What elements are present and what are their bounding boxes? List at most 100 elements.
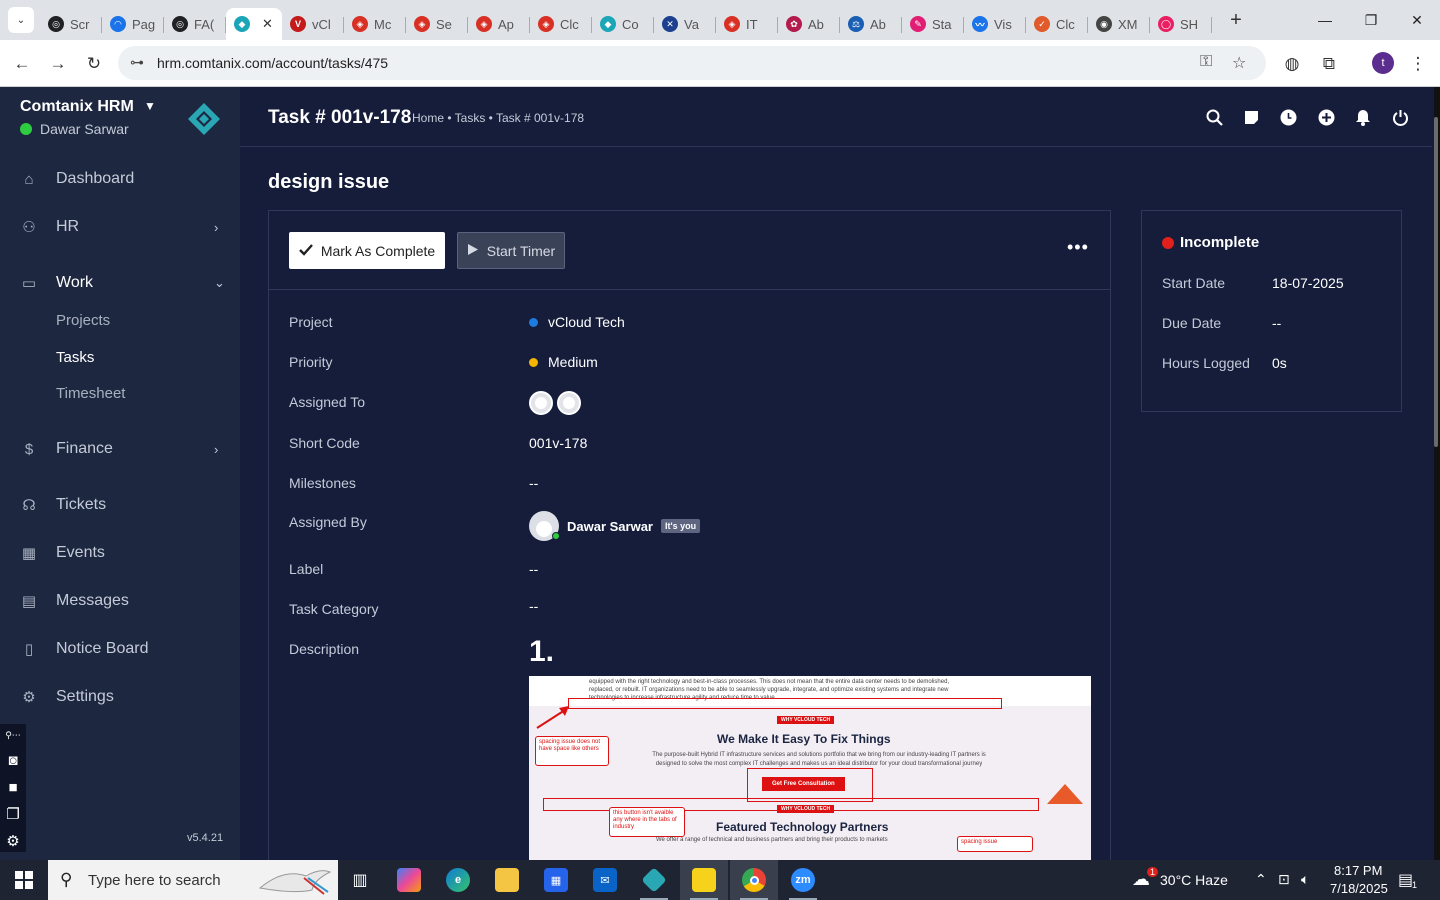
browser-tab[interactable]: 〰 Vis	[964, 8, 1026, 40]
sidebar-item-messages[interactable]: ▤ Messages	[0, 581, 240, 621]
taskbar-edge[interactable]: e	[434, 860, 482, 900]
browser-tab[interactable]: ✓ Clc	[1026, 8, 1088, 40]
gear-icon[interactable]: ⚙	[4, 832, 22, 850]
bell-icon[interactable]	[1353, 107, 1373, 127]
brand-name[interactable]: Comtanix HRM	[20, 98, 134, 116]
translate-icon[interactable]: ◍	[1278, 50, 1306, 78]
browser-tab[interactable]: ◈ IT	[716, 8, 778, 40]
sticky-note-icon[interactable]	[1241, 107, 1261, 127]
windows-icon[interactable]: ❐	[4, 805, 22, 823]
bookmark-star-icon[interactable]: ☆	[1232, 53, 1246, 73]
minimize-button[interactable]: —	[1302, 0, 1348, 40]
browser-tab[interactable]: ✿ Ab	[778, 8, 840, 40]
extensions-icon[interactable]: ⧉	[1315, 50, 1343, 78]
browser-tab[interactable]: ◎ FA(	[164, 8, 226, 40]
tab-favicon-icon: ◈	[538, 16, 554, 32]
sidebar-subitem-tasks[interactable]: Tasks	[56, 349, 94, 366]
sidebar-item-notice-board[interactable]: ▯ Notice Board	[0, 629, 240, 669]
tab-search-dropdown[interactable]: ⌄	[8, 7, 34, 33]
close-tab-icon[interactable]: ✕	[262, 16, 273, 32]
chevron-down-icon[interactable]: ▼	[144, 99, 156, 113]
taskbar-mail[interactable]: ✉	[581, 860, 629, 900]
browser-tab[interactable]: ◠ Pag	[102, 8, 164, 40]
more-options-icon[interactable]: •••	[1067, 237, 1089, 258]
sidebar-item-finance[interactable]: $ Finance ›	[0, 429, 240, 469]
link-icon[interactable]: ⚲⋯	[4, 726, 22, 744]
task-view-button[interactable]: ▥	[336, 860, 384, 900]
browser-tab[interactable]: ◎ Scr	[40, 8, 102, 40]
search-icon[interactable]	[1204, 107, 1224, 127]
page-scrollbar-thumb[interactable]	[1434, 117, 1438, 447]
camera-icon[interactable]: ◙	[4, 751, 22, 769]
taskbar-store[interactable]: ▦	[532, 860, 580, 900]
avatar[interactable]	[529, 511, 560, 541]
sidebar-item-label: Dashboard	[56, 170, 135, 187]
tab-favicon-icon: 〰	[972, 16, 988, 32]
taskbar-copilot[interactable]	[385, 860, 433, 900]
taskbar-zoom[interactable]: zm	[779, 860, 827, 900]
sidebar-item-hr[interactable]: ⚇ HR ›	[0, 207, 240, 247]
browser-tab[interactable]: ◈ Ap	[468, 8, 530, 40]
browser-tab[interactable]: VvCl	[282, 8, 344, 40]
maximize-button[interactable]: ❐	[1348, 0, 1394, 40]
browser-tab[interactable]: ✕ Va	[654, 8, 716, 40]
mark-as-complete-button[interactable]: Mark As Complete	[289, 232, 445, 269]
chevron-up-icon[interactable]: ⌃	[1255, 871, 1267, 888]
browser-tab[interactable]: ⚖ Ab	[840, 8, 902, 40]
start-date-label: Start Date	[1162, 275, 1226, 291]
project-name[interactable]: vCloud Tech	[548, 314, 625, 330]
sidebar-item-events[interactable]: ▦ Events	[0, 533, 240, 573]
new-tab-button[interactable]: +	[1224, 8, 1248, 32]
browser-tab[interactable]: ◈ Mc	[344, 8, 406, 40]
reload-button[interactable]: ↻	[80, 50, 108, 78]
store-icon: ▦	[544, 868, 568, 892]
browser-tab[interactable]: ◯ SH	[1150, 8, 1212, 40]
password-key-icon[interactable]: ⚿	[1200, 53, 1212, 71]
browser-tab[interactable]: ◆ ✕	[226, 8, 282, 40]
sidebar-item-work[interactable]: ▭ Work ⌄	[0, 263, 240, 303]
taskbar-sticky-notes[interactable]	[680, 860, 728, 900]
sidebar-subitem-projects[interactable]: Projects	[56, 312, 110, 329]
start-timer-button[interactable]: Start Timer	[457, 232, 565, 269]
sidebar-subitem-timesheet[interactable]: Timesheet	[56, 385, 125, 402]
breadcrumb[interactable]: Home • Tasks • Task # 001v-178	[412, 111, 584, 125]
avatar[interactable]	[529, 391, 553, 415]
avatar[interactable]	[557, 391, 581, 415]
windows-start-button[interactable]	[0, 860, 48, 900]
video-icon[interactable]: ■	[4, 778, 22, 796]
page-scrollbar[interactable]	[1434, 87, 1440, 860]
power-icon[interactable]	[1390, 107, 1410, 127]
browser-tab[interactable]: ◆ Co	[592, 8, 654, 40]
url-text[interactable]: hrm.comtanix.com/account/tasks/475	[157, 55, 388, 71]
notification-icon[interactable]: ▤	[1398, 870, 1413, 890]
assigner-name[interactable]: Dawar Sarwar	[567, 519, 653, 534]
browser-tab[interactable]: ✎ Sta	[902, 8, 964, 40]
weather-text[interactable]: 30°C Haze	[1160, 872, 1228, 888]
clock-icon[interactable]	[1278, 107, 1298, 127]
browser-tab[interactable]: ◉ XM	[1088, 8, 1150, 40]
browser-tab[interactable]: ◈ Clc	[530, 8, 592, 40]
site-info-icon[interactable]: ⊶	[130, 54, 144, 71]
search-highlight-dove-icon	[258, 870, 332, 895]
sidebar-item-settings[interactable]: ⚙ Settings	[0, 677, 240, 717]
description-screenshot[interactable]: equipped with the right technology and b…	[529, 676, 1091, 860]
taskbar-file-explorer[interactable]	[483, 860, 531, 900]
browser-tab[interactable]: ◈ Se	[406, 8, 468, 40]
taskbar-comtanix[interactable]	[630, 860, 678, 900]
clock-time[interactable]: 8:17 PM	[1334, 863, 1382, 878]
taskbar-chrome[interactable]	[730, 860, 778, 900]
add-circle-icon[interactable]	[1316, 107, 1336, 127]
browser-menu-icon[interactable]: ⋮	[1404, 50, 1432, 78]
omnibox[interactable]: ⊶ hrm.comtanix.com/account/tasks/475 ⚿ ☆	[118, 46, 1266, 80]
taskbar-search[interactable]: ⚲ Type here to search	[48, 860, 338, 900]
network-icon[interactable]: ⊡	[1278, 871, 1290, 888]
sidebar-item-tickets[interactable]: ☊ Tickets	[0, 485, 240, 525]
sidebar-item-dashboard[interactable]: ⌂ Dashboard	[0, 159, 240, 199]
close-window-button[interactable]: ✕	[1394, 0, 1440, 40]
profile-avatar[interactable]: t	[1372, 52, 1394, 74]
clock-date[interactable]: 7/18/2025	[1330, 881, 1388, 896]
tab-favicon-icon: ✿	[786, 16, 802, 32]
back-button[interactable]: ←	[8, 50, 36, 78]
volume-icon[interactable]: 🔈︎	[1301, 871, 1309, 888]
forward-button[interactable]: →	[44, 50, 72, 78]
